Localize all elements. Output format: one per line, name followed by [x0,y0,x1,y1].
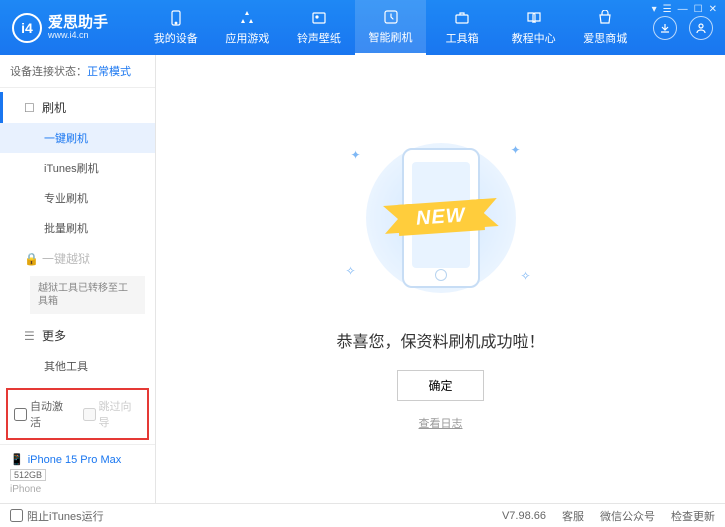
side-nav: ☐ 刷机 一键刷机 iTunes刷机 专业刷机 批量刷机 🔒 一键越狱 越狱工具… [0,88,155,384]
group-label: 刷机 [42,99,66,116]
sparkle-icon: ✧ [346,264,356,278]
settings-icon[interactable]: ☰ [663,4,672,15]
footer: 阻止iTunes运行 V7.98.66 客服 微信公众号 检查更新 [0,503,725,527]
nav-ringtones[interactable]: 铃声壁纸 [283,0,355,55]
window-controls: ▾ ☰ — ☐ ✕ [652,4,717,15]
device-name[interactable]: 📱 iPhone 15 Pro Max [10,453,145,466]
auto-activate-checkbox[interactable]: 自动激活 [14,398,73,430]
lock-icon: 🔒 [24,252,36,266]
sparkle-icon: ✦ [510,143,520,157]
phone-icon [167,9,185,27]
status-label: 设备连接状态： [10,66,87,78]
connection-status: 设备连接状态：正常模式 [0,55,155,88]
sidebar-item-pro[interactable]: 专业刷机 [0,183,155,213]
phone-small-icon: ☐ [24,101,36,115]
flash-icon [382,8,400,26]
nav-label: 应用游戏 [225,30,269,46]
group-label: 一键越狱 [42,250,90,267]
nav-label: 教程中心 [512,30,556,46]
book-icon [525,9,543,27]
device-type: iPhone [10,484,145,495]
main-nav: 我的设备 应用游戏 铃声壁纸 智能刷机 工具箱 教程中心 爱思商城 [140,0,641,55]
jailbreak-note: 越狱工具已转移至工具箱 [30,276,145,314]
menu-icon[interactable]: ▾ [652,4,657,15]
footer-link-wechat[interactable]: 微信公众号 [600,508,655,524]
ok-button[interactable]: 确定 [397,370,483,401]
sidebar-group-jailbreak: 🔒 一键越狱 [0,243,155,274]
nav-toolbox[interactable]: 工具箱 [426,0,498,55]
skip-guide-checkbox[interactable]: 跳过向导 [83,398,142,430]
nav-label: 智能刷机 [369,29,413,45]
image-icon [310,9,328,27]
nav-label: 工具箱 [446,30,479,46]
sidebar-item-itunes[interactable]: iTunes刷机 [0,153,155,183]
logo-text: 爱思助手 [48,15,108,30]
status-value: 正常模式 [87,66,131,78]
minimize-icon[interactable]: — [678,4,688,15]
logo[interactable]: i4 爱思助手 www.i4.cn [0,13,140,43]
phone-tiny-icon: 📱 [10,453,24,466]
sidebar-item-batch[interactable]: 批量刷机 [0,213,155,243]
new-ribbon: NEW [397,199,485,236]
user-button[interactable] [689,16,713,40]
nav-flash[interactable]: 智能刷机 [355,0,427,55]
sidebar-item-firmware[interactable]: 下载固件 [0,381,155,384]
sparkle-icon: ✧ [520,269,530,283]
sidebar-item-oneclick[interactable]: 一键刷机 [0,123,155,153]
store-icon [596,9,614,27]
options-row: 自动激活 跳过向导 [6,388,149,440]
download-button[interactable] [653,16,677,40]
view-log-link[interactable]: 查看日志 [419,415,463,431]
main-content: ✦ ✦ ✧ ✧ NEW 恭喜您，保资料刷机成功啦！ 确定 查看日志 [156,55,725,503]
sidebar-item-other[interactable]: 其他工具 [0,351,155,381]
app-header: ▾ ☰ — ☐ ✕ i4 爱思助手 www.i4.cn 我的设备 应用游戏 铃声… [0,0,725,55]
logo-icon: i4 [12,13,42,43]
nav-store[interactable]: 爱思商城 [569,0,641,55]
apps-icon [238,9,256,27]
nav-my-device[interactable]: 我的设备 [140,0,212,55]
device-info: 📱 iPhone 15 Pro Max 512GB iPhone [0,444,155,503]
list-icon: ☰ [24,329,36,343]
maximize-icon[interactable]: ☐ [694,4,703,15]
footer-link-update[interactable]: 检查更新 [671,508,715,524]
sidebar-group-flash[interactable]: ☐ 刷机 [0,92,155,123]
storage-badge: 512GB [10,469,46,481]
success-illustration: ✦ ✦ ✧ ✧ NEW [341,128,541,308]
block-itunes-checkbox[interactable]: 阻止iTunes运行 [10,508,104,524]
logo-url: www.i4.cn [48,30,108,40]
version-label: V7.98.66 [502,510,546,522]
nav-apps[interactable]: 应用游戏 [212,0,284,55]
nav-label: 我的设备 [154,30,198,46]
footer-link-support[interactable]: 客服 [562,508,584,524]
group-label: 更多 [42,327,66,344]
sidebar: 设备连接状态：正常模式 ☐ 刷机 一键刷机 iTunes刷机 专业刷机 批量刷机… [0,55,156,503]
close-icon[interactable]: ✕ [709,4,717,15]
toolbox-icon [453,9,471,27]
sparkle-icon: ✦ [351,148,361,162]
nav-label: 爱思商城 [583,30,627,46]
sidebar-group-more[interactable]: ☰ 更多 [0,320,155,351]
nav-tutorials[interactable]: 教程中心 [498,0,570,55]
header-actions [641,16,725,40]
success-message: 恭喜您，保资料刷机成功啦！ [336,328,544,352]
nav-label: 铃声壁纸 [297,30,341,46]
